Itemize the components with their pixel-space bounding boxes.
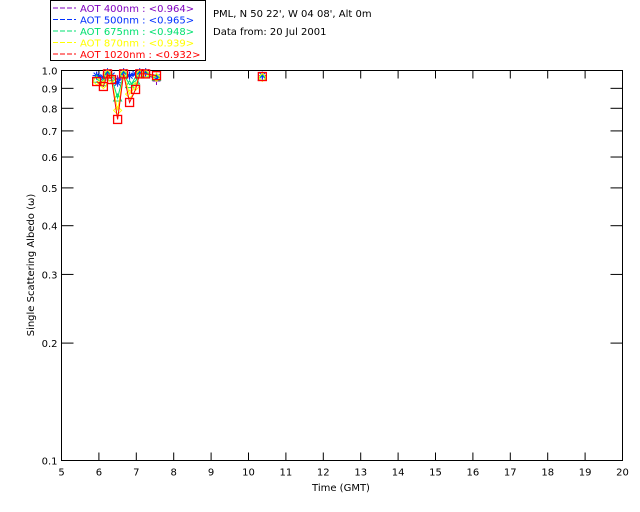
x-tick-label: 20 xyxy=(616,468,629,479)
x-tick-label: 11 xyxy=(280,468,293,479)
y-tick-label: 0.8 xyxy=(42,104,58,115)
y-tick-label: 0.9 xyxy=(42,84,58,95)
y-tick-label: 0.1 xyxy=(42,457,58,468)
y-tick-label: 0.3 xyxy=(42,270,58,281)
legend-label: AOT 870nm : <0.939> xyxy=(80,39,194,50)
x-tick-label: 19 xyxy=(579,468,592,479)
y-tick-label: 0.4 xyxy=(42,222,58,233)
x-tick-label: 14 xyxy=(392,468,405,479)
legend-label: AOT 500nm : <0.965> xyxy=(80,16,194,27)
x-tick-label: 5 xyxy=(58,468,64,479)
chart: AOT 400nm : <0.964>AOT 500nm : <0.965>AO… xyxy=(26,0,629,494)
y-axis-label: Single Scattering Albedo (ω) xyxy=(26,194,37,337)
y-tick-label: 0.6 xyxy=(42,153,58,164)
legend-label: AOT 1020nm : <0.932> xyxy=(80,50,200,61)
series-line xyxy=(96,72,157,120)
y-tick-label: 0.7 xyxy=(42,127,58,138)
y-tick-label: 0.2 xyxy=(42,339,58,350)
x-axis-label: Time (GMT) xyxy=(311,483,370,494)
x-tick-label: 6 xyxy=(96,468,102,479)
series-2 xyxy=(91,68,268,102)
legend-label: AOT 400nm : <0.964> xyxy=(80,4,194,15)
x-ticks: 5 6 7 8 9 10 11 12 13 14 15 16 17 18 19 20 xyxy=(58,70,629,479)
x-tick-label: 10 xyxy=(242,468,255,479)
y-ticks: 0.1 0.2 0.3 0.4 0.5 0.6 0.7 0.8 0.9 1.0 xyxy=(42,67,623,468)
y-tick-label: 0.5 xyxy=(42,184,58,195)
legend: AOT 400nm : <0.964>AOT 500nm : <0.965>AO… xyxy=(50,0,206,61)
x-tick-label: 15 xyxy=(429,468,442,479)
x-tick-label: 17 xyxy=(504,468,517,479)
x-tick-label: 18 xyxy=(541,468,554,479)
x-tick-label: 9 xyxy=(208,468,214,479)
y-tick-label: 1.0 xyxy=(42,67,58,78)
x-tick-label: 12 xyxy=(317,468,330,479)
x-tick-label: 16 xyxy=(467,468,480,479)
date-info: Data from: 20 Jul 2001 xyxy=(213,27,326,38)
legend-label: AOT 675nm : <0.948> xyxy=(80,27,194,38)
series-layer xyxy=(91,68,268,125)
site-info: PML, N 50 22', W 04 08', Alt 0m xyxy=(213,9,372,20)
plot-frame xyxy=(61,70,623,461)
x-tick-label: 13 xyxy=(354,468,367,479)
x-tick-label: 8 xyxy=(171,468,177,479)
x-tick-label: 7 xyxy=(133,468,139,479)
